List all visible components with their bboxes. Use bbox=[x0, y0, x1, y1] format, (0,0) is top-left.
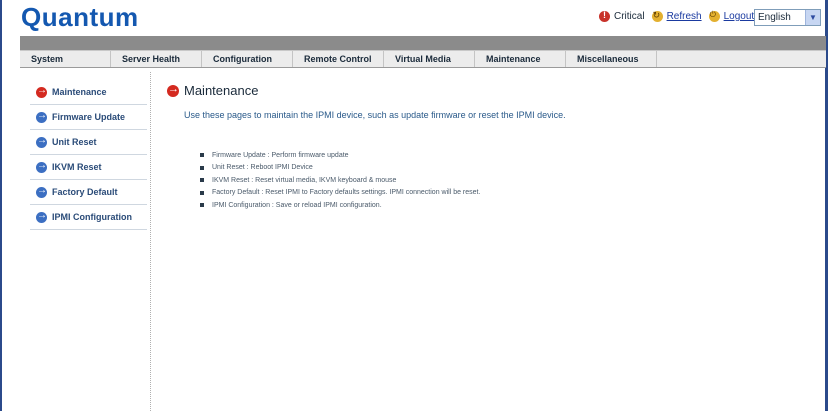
sidebar-item-label: IPMI Configuration bbox=[52, 212, 132, 222]
nav-remote-control[interactable]: Remote Control bbox=[293, 51, 384, 67]
arrow-right-icon bbox=[36, 135, 47, 148]
nav-system[interactable]: System bbox=[20, 51, 111, 67]
logout-icon bbox=[708, 10, 720, 22]
language-selected-value: English bbox=[758, 12, 791, 23]
page-title-text: Maintenance bbox=[184, 83, 259, 98]
logout-label[interactable]: Logout bbox=[724, 11, 755, 22]
language-select[interactable]: English ▼ bbox=[754, 9, 821, 26]
feature-list: Firmware Update : Perform firmware updat… bbox=[200, 149, 480, 212]
arrow-right-icon bbox=[36, 185, 47, 198]
window-edge-left bbox=[0, 0, 2, 411]
refresh-label[interactable]: Refresh bbox=[667, 11, 702, 22]
critical-indicator[interactable]: Critical bbox=[599, 10, 645, 22]
main-nav: System Server Health Configuration Remot… bbox=[20, 50, 826, 68]
sidebar-item-ikvm-reset[interactable]: IKVM Reset bbox=[30, 155, 147, 180]
critical-icon bbox=[599, 10, 610, 22]
list-item: Firmware Update : Perform firmware updat… bbox=[200, 149, 480, 162]
arrow-right-icon bbox=[36, 160, 47, 173]
sidebar-item-label: Firmware Update bbox=[52, 112, 126, 122]
logout-link[interactable]: Logout bbox=[708, 10, 755, 22]
refresh-link[interactable]: Refresh bbox=[651, 10, 702, 22]
sidebar-item-label: Unit Reset bbox=[52, 137, 97, 147]
arrow-right-icon bbox=[36, 85, 47, 98]
nav-virtual-media[interactable]: Virtual Media bbox=[384, 51, 475, 67]
list-item: Factory Default : Reset IPMI to Factory … bbox=[200, 187, 480, 200]
critical-label: Critical bbox=[614, 11, 645, 22]
sidebar-item-firmware-update[interactable]: Firmware Update bbox=[30, 105, 147, 130]
nav-miscellaneous[interactable]: Miscellaneous bbox=[566, 51, 657, 67]
arrow-right-icon bbox=[167, 83, 179, 97]
page-title: Maintenance bbox=[167, 83, 258, 98]
refresh-icon bbox=[651, 10, 663, 22]
chevron-down-icon[interactable]: ▼ bbox=[805, 10, 820, 25]
sidebar-item-label: Maintenance bbox=[52, 87, 107, 97]
header-links: Critical Refresh Logout bbox=[599, 10, 761, 22]
sidebar: Maintenance Firmware Update Unit Reset I… bbox=[30, 80, 147, 230]
nav-server-health[interactable]: Server Health bbox=[111, 51, 202, 67]
nav-maintenance[interactable]: Maintenance bbox=[475, 51, 566, 67]
arrow-right-icon bbox=[36, 210, 47, 223]
sidebar-item-unit-reset[interactable]: Unit Reset bbox=[30, 130, 147, 155]
page-intro: Use these pages to maintain the IPMI dev… bbox=[184, 110, 566, 120]
nav-configuration[interactable]: Configuration bbox=[202, 51, 293, 67]
sidebar-item-ipmi-configuration[interactable]: IPMI Configuration bbox=[30, 205, 147, 230]
list-item: Unit Reset : Reboot IPMI Device bbox=[200, 162, 480, 175]
arrow-right-icon bbox=[36, 110, 47, 123]
sidebar-item-maintenance[interactable]: Maintenance bbox=[30, 80, 147, 105]
list-item: IKVM Reset : Reset virtual media, IKVM k… bbox=[200, 174, 480, 187]
quantum-logo: Quantum bbox=[21, 2, 139, 32]
sidebar-item-label: IKVM Reset bbox=[52, 162, 102, 172]
sidebar-item-label: Factory Default bbox=[52, 187, 118, 197]
sidebar-divider bbox=[150, 72, 151, 411]
list-item: IPMI Configuration : Save or reload IPMI… bbox=[200, 199, 480, 212]
header-gray-bar bbox=[20, 36, 826, 50]
sidebar-item-factory-default[interactable]: Factory Default bbox=[30, 180, 147, 205]
